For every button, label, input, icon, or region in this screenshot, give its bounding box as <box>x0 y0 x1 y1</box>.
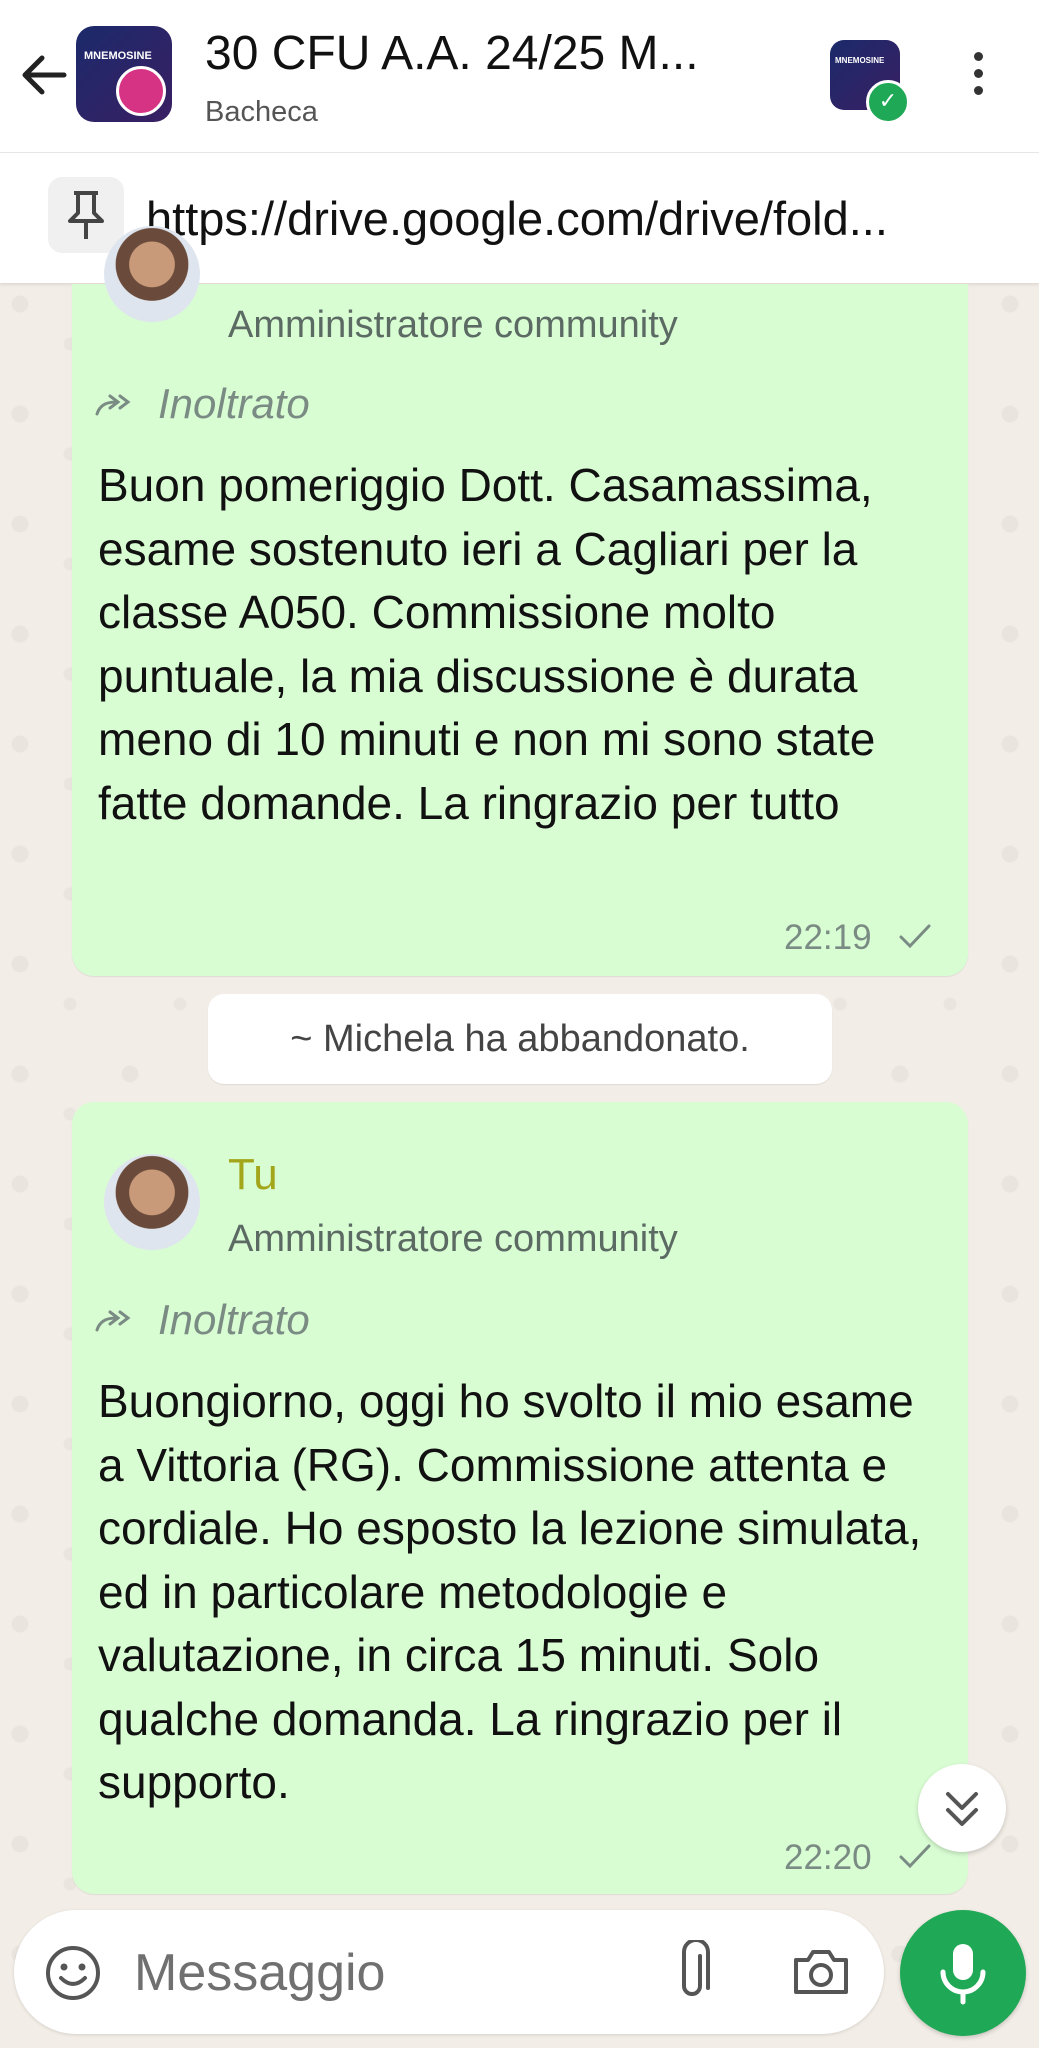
camera-icon[interactable] <box>790 1946 852 1998</box>
message-text: Buongiorno, oggi ho svolto il mio esame … <box>98 1375 922 1808</box>
double-chevron-down-icon <box>946 1792 978 1826</box>
pinned-link[interactable]: https://drive.google.com/drive/fold... <box>146 191 1016 246</box>
message-time: 22:20 <box>784 1838 872 1877</box>
community-check-icon: ✓ <box>866 80 910 124</box>
sender-role: Amministratore community <box>228 304 678 346</box>
sender-name[interactable]: Tu <box>228 1150 278 1200</box>
chat-header: MNEMOSINE 30 CFU A.A. 24/25 M... Bacheca… <box>0 0 1039 153</box>
emoji-icon[interactable] <box>44 1944 102 2002</box>
attach-icon[interactable] <box>670 1940 714 2004</box>
sender-avatar[interactable] <box>104 226 200 322</box>
chat-title[interactable]: 30 CFU A.A. 24/25 M... <box>205 26 785 81</box>
forwarded-label: Inoltrato <box>158 380 310 427</box>
sender-avatar[interactable] <box>104 1154 200 1250</box>
voice-message-button[interactable] <box>900 1910 1026 2036</box>
message-bubble[interactable]: Tu Amministratore community Inoltrato Bu… <box>72 1102 968 1894</box>
message-time: 22:19 <box>784 918 872 957</box>
forwarded-icon <box>95 1310 131 1332</box>
scroll-to-bottom-button[interactable] <box>918 1764 1006 1852</box>
pin-icon <box>48 177 124 253</box>
message-composer <box>14 1910 884 2034</box>
back-arrow-icon[interactable] <box>16 48 70 102</box>
message-input[interactable] <box>132 1938 656 2008</box>
community-avatar-text: MNEMOSINE <box>835 56 885 65</box>
forwarded-label: Inoltrato <box>158 1296 310 1343</box>
system-message: ~ Michela ha abbandonato. <box>208 994 832 1084</box>
message-bubble[interactable]: Amministratore community Inoltrato Buon … <box>72 226 968 976</box>
sender-role: Amministratore community <box>228 1218 678 1260</box>
chat-subtitle[interactable]: Bacheca <box>205 96 318 129</box>
forwarded-icon <box>95 394 131 416</box>
microphone-icon <box>940 1944 986 2005</box>
promo-badge-icon <box>116 66 166 116</box>
more-options-icon[interactable] <box>960 46 996 106</box>
message-text: Buon pomeriggio Dott. Casamassima, esame… <box>98 459 876 829</box>
group-avatar-text: MNEMOSINE <box>84 50 152 62</box>
sent-tick-icon <box>899 924 931 949</box>
group-avatar[interactable]: MNEMOSINE <box>76 26 172 122</box>
